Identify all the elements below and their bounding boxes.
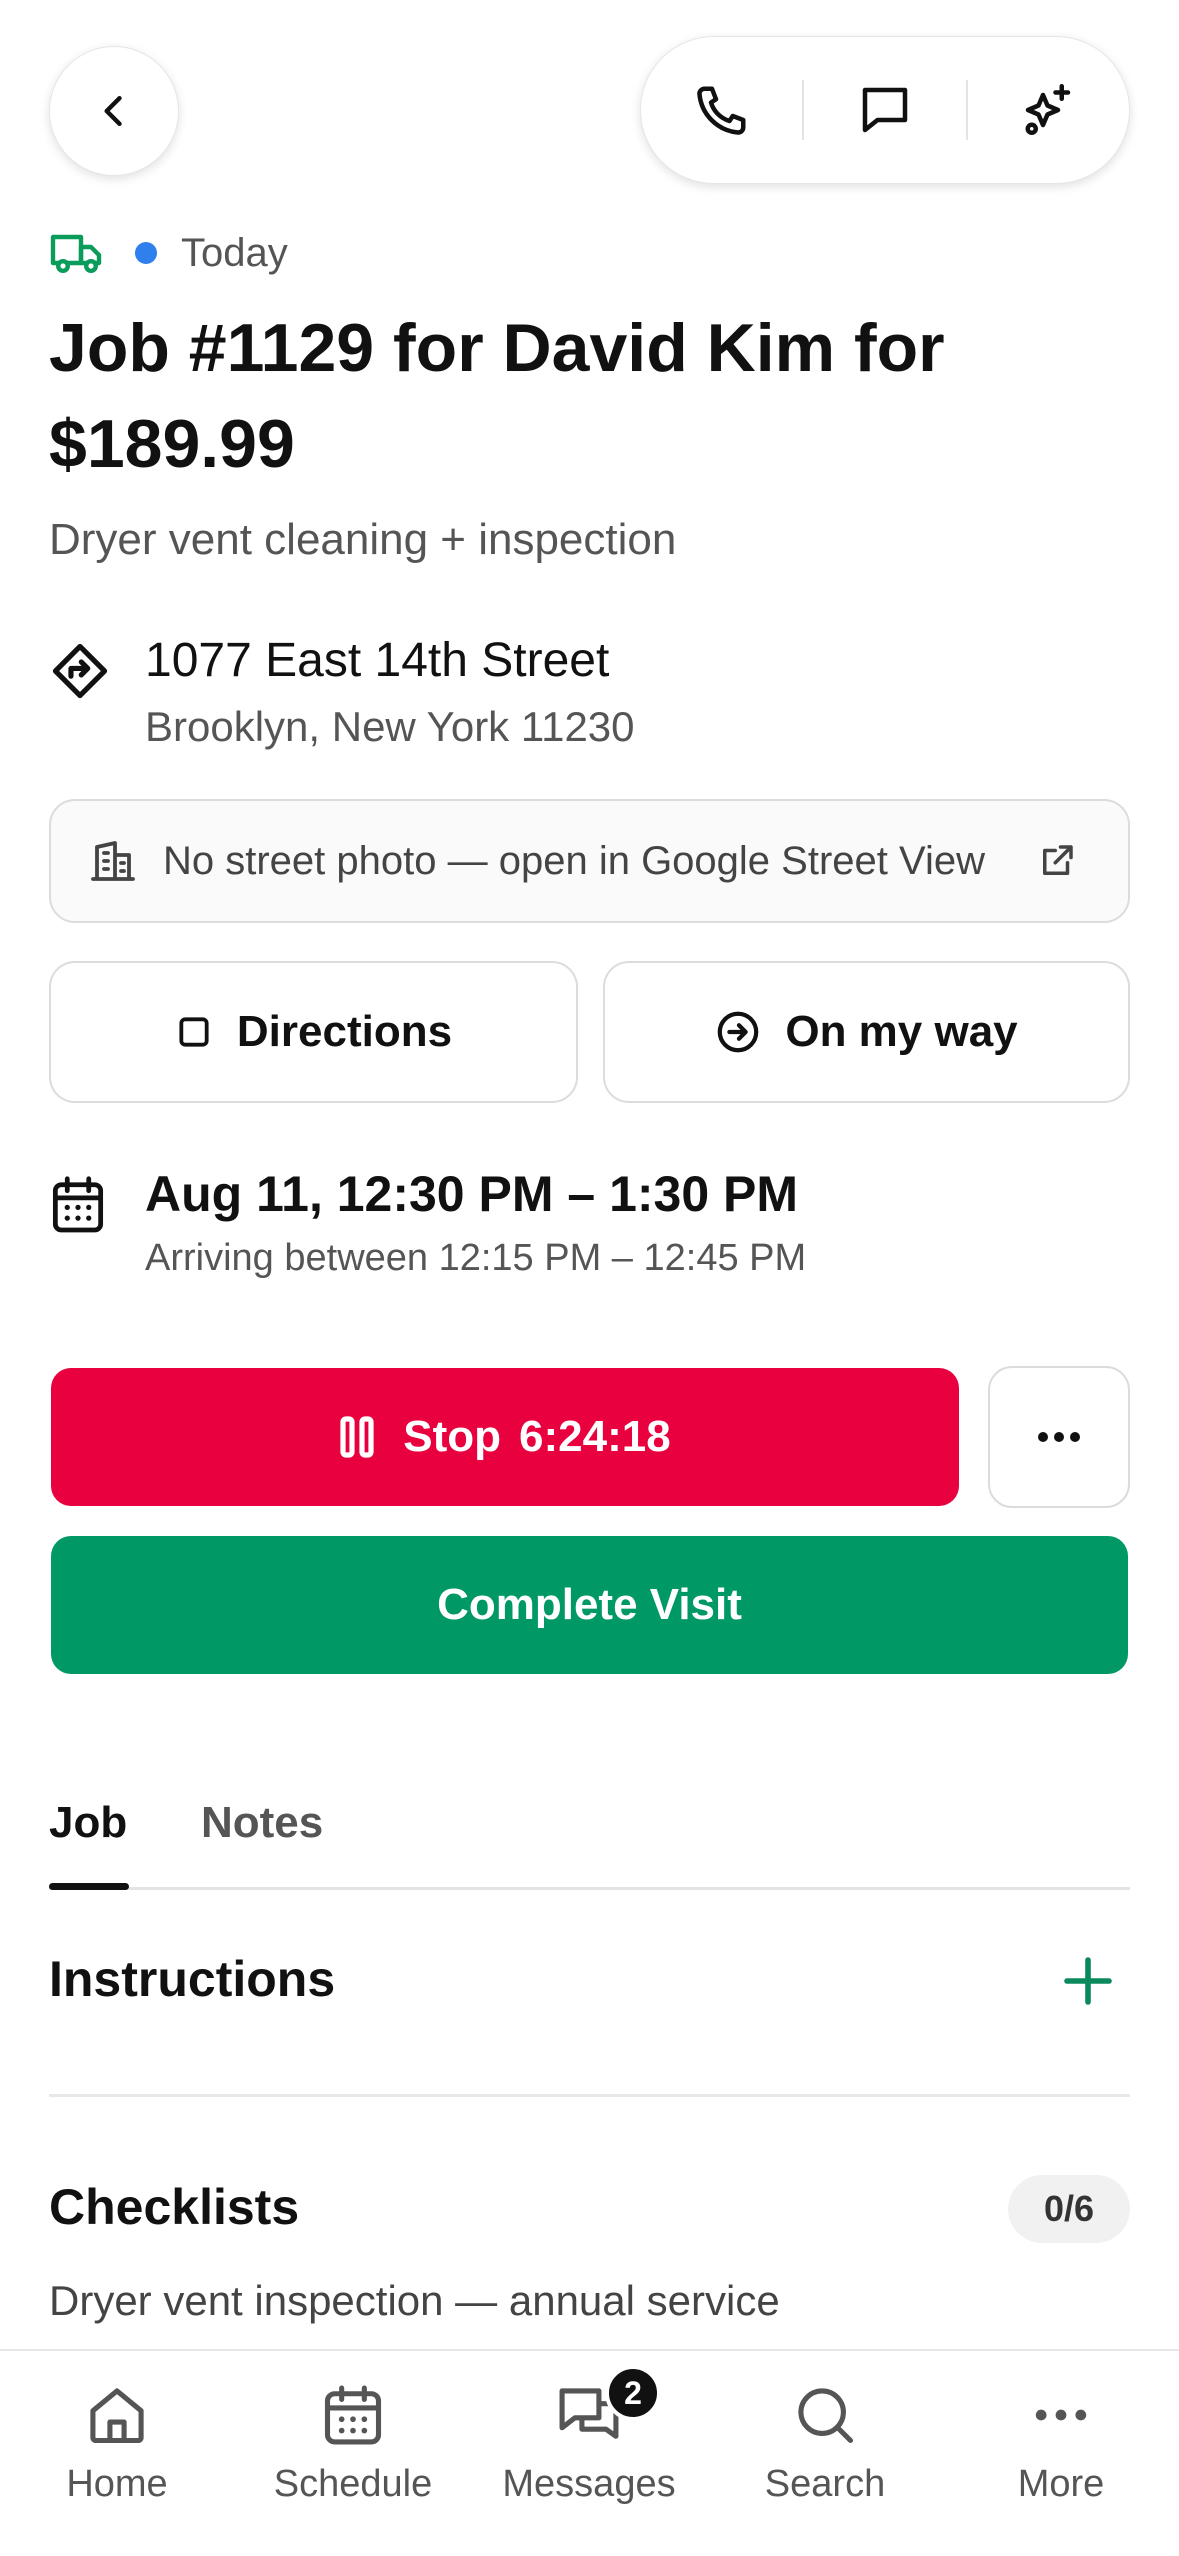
on-my-way-label: On my way: [785, 1007, 1018, 1056]
schedule-window: Aug 11, 12:30 PM – 1:30 PM: [145, 1166, 799, 1222]
status-label: Today: [181, 230, 288, 275]
more-horizontal-icon: [1038, 1432, 1080, 1442]
checklist-progress-badge: 0/6: [1008, 2175, 1130, 2243]
stop-label: Stop: [403, 1412, 502, 1461]
chevron-left-icon: [104, 95, 122, 127]
on-my-way-button[interactable]: On my way: [603, 961, 1130, 1103]
nav-home[interactable]: Home: [7, 2381, 227, 2506]
directions-diamond-icon: [49, 640, 111, 707]
more-horizontal-icon: [1035, 2409, 1087, 2421]
message-button[interactable]: [804, 37, 965, 183]
directions-label: Directions: [236, 1007, 453, 1056]
action-pill: [640, 36, 1130, 184]
building-icon: [91, 841, 135, 881]
sparkles-icon: [1025, 84, 1071, 135]
tab-bar: Job Notes: [49, 1790, 1130, 1890]
call-button[interactable]: [641, 37, 802, 183]
calendar-icon: [324, 2385, 382, 2445]
nav-more-label: More: [1017, 2463, 1105, 2505]
messages-badge: 2: [605, 2365, 661, 2421]
arrival-window: Arriving between 12:15 PM – 12:45 PM: [145, 1237, 807, 1279]
nav-schedule-label: Schedule: [273, 2463, 433, 2505]
instructions-title: Instructions: [49, 1951, 336, 2007]
nav-more[interactable]: More: [951, 2381, 1171, 2506]
nav-messages[interactable]: 2 Messages: [479, 2365, 699, 2506]
directions-button[interactable]: Directions: [49, 961, 578, 1103]
tab-notes[interactable]: Notes: [201, 1798, 323, 1848]
address-line-2: Brooklyn, New York 11230: [145, 703, 635, 750]
square-icon: [175, 1013, 213, 1051]
complete-label: Complete Visit: [437, 1580, 742, 1629]
back-button[interactable]: [49, 46, 179, 176]
arrow-circle-icon: [715, 1009, 761, 1055]
truck-icon: [50, 234, 102, 274]
checklists-title: Checklists: [49, 2179, 300, 2235]
stop-timer-button[interactable]: Stop 6:24:18: [51, 1368, 959, 1506]
bottom-nav: Home Schedule 2 Messages Search More: [0, 2349, 1179, 2556]
nav-home-label: Home: [66, 2463, 168, 2505]
status-dot: [135, 242, 157, 264]
street-view-label: No street photo — open in Google Street …: [163, 838, 985, 883]
nav-search-label: Search: [764, 2463, 886, 2505]
home-icon: [90, 2388, 144, 2444]
address-line-1[interactable]: 1077 East 14th Street: [145, 633, 609, 688]
timer-value: 6:24:18: [519, 1412, 671, 1461]
external-link-icon: [1043, 845, 1073, 875]
nav-messages-label: Messages: [502, 2463, 676, 2505]
nav-schedule[interactable]: Schedule: [243, 2381, 463, 2506]
active-tab-indicator: [49, 1883, 129, 1890]
job-description: Dryer vent cleaning + inspection: [49, 515, 677, 564]
plus-icon: [1064, 1957, 1112, 2005]
status-row: Today: [49, 225, 288, 281]
chat-bubble-icon: [862, 87, 908, 133]
phone-icon: [696, 86, 746, 135]
pause-icon: [339, 1415, 375, 1459]
nav-search[interactable]: Search: [715, 2381, 935, 2506]
tab-job[interactable]: Job: [49, 1798, 127, 1848]
section-divider: [49, 2094, 1130, 2097]
street-view-button[interactable]: No street photo — open in Google Street …: [49, 799, 1130, 923]
calendar-icon: [49, 1174, 107, 1241]
search-icon: [798, 2388, 854, 2444]
ai-assist-button[interactable]: [968, 37, 1129, 183]
add-instruction-button[interactable]: [1060, 1953, 1116, 2014]
checklist-item[interactable]: Dryer vent inspection — annual service: [49, 2277, 780, 2325]
job-title: Job #1129 for David Kim for $189.99: [49, 310, 945, 482]
more-options-button[interactable]: [988, 1366, 1130, 1508]
complete-visit-button[interactable]: Complete Visit: [51, 1536, 1128, 1674]
